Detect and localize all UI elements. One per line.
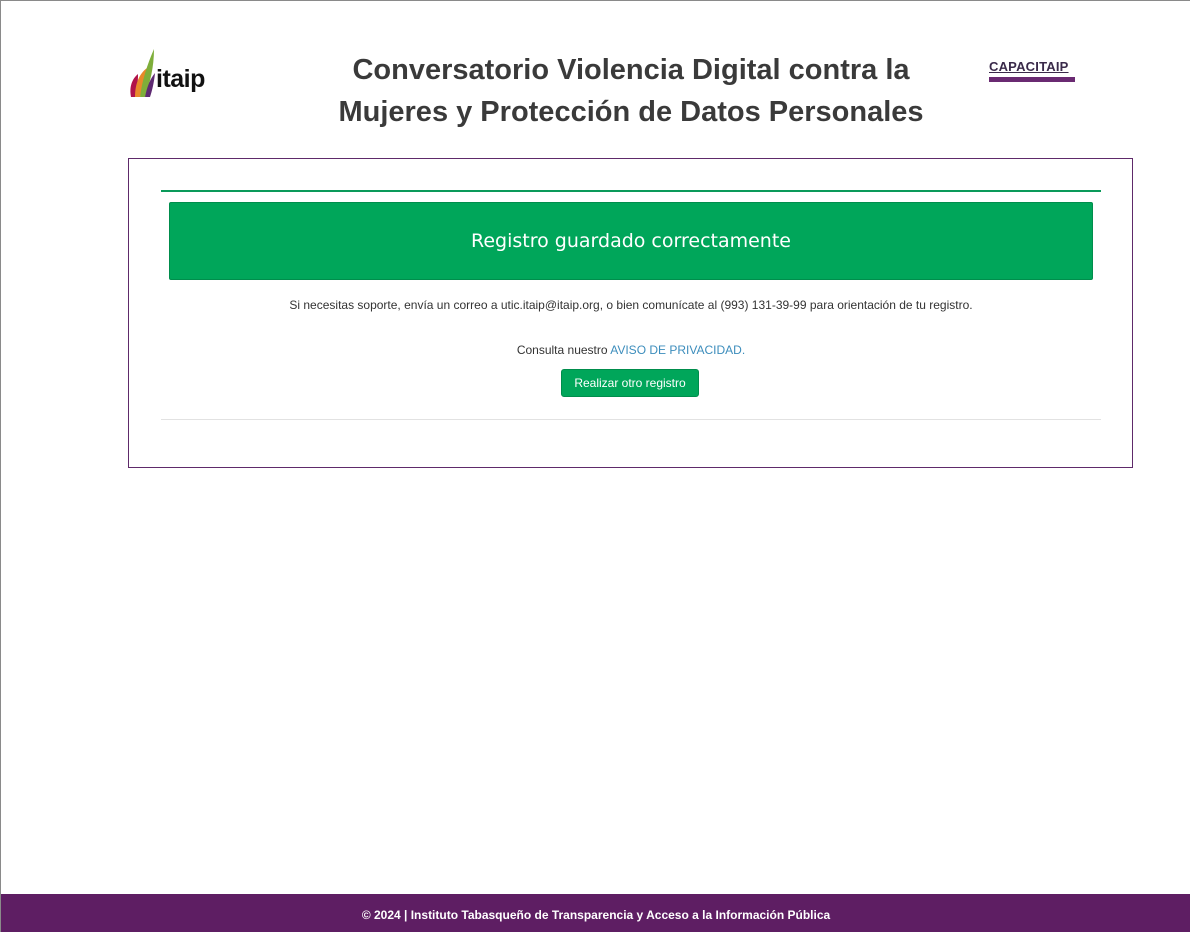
success-alert: Registro guardado correctamente — [169, 202, 1093, 280]
support-text: Si necesitas soporte, envía un correo a … — [289, 298, 973, 312]
page-title-line-1: Conversatorio Violencia Digital contra l… — [352, 54, 910, 86]
content-frame: Registro guardado correctamente Si neces… — [128, 158, 1133, 468]
page-title-line-2: Mujeres y Protección de Datos Personales — [338, 96, 924, 128]
capacitaip-logo-bar — [989, 77, 1075, 82]
confirmation-card: Registro guardado correctamente Si neces… — [161, 190, 1101, 420]
itaip-logo: itaip — [128, 47, 228, 99]
new-registration-button[interactable]: Realizar otro registro — [561, 369, 699, 397]
privacy-notice: Consulta nuestro AVISO DE PRIVACIDAD. — [161, 343, 1101, 357]
itaip-leaf-icon — [130, 49, 155, 97]
privacy-link[interactable]: AVISO DE PRIVACIDAD. — [610, 343, 745, 357]
capacitaip-logo-text: CAPACITAIP — [989, 59, 1069, 74]
page: itaip Conversatorio Violencia Digital co… — [0, 0, 1190, 932]
page-title: Conversatorio Violencia Digital contra l… — [301, 49, 961, 133]
privacy-prefix: Consulta nuestro — [516, 343, 608, 357]
page-footer: © 2024 | Instituto Tabasqueño de Transpa… — [1, 894, 1190, 932]
capacitaip-logo: CAPACITAIP — [989, 60, 1079, 88]
itaip-logo-text: itaip — [156, 65, 205, 93]
page-header: itaip Conversatorio Violencia Digital co… — [1, 1, 1190, 151]
